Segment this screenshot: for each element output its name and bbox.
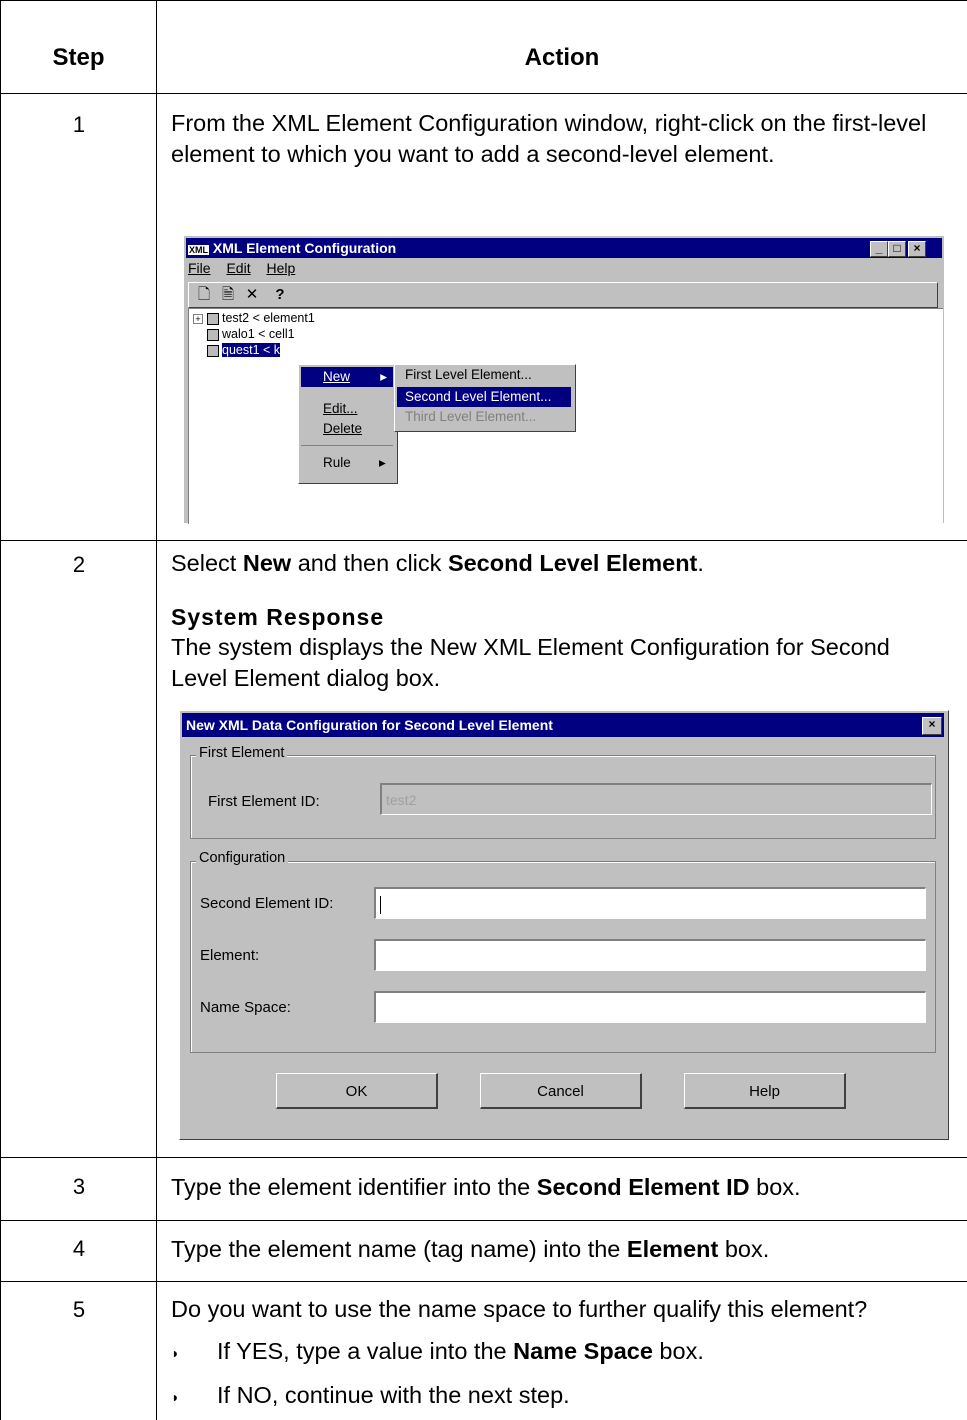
step-3-text: Type the element identifier into the Sec… [171, 1174, 801, 1200]
minimize-button[interactable]: _ [870, 241, 888, 257]
close-button[interactable]: × [908, 241, 926, 257]
help-icon[interactable]: ? [269, 285, 291, 305]
element-node-icon [207, 344, 219, 357]
step-number: 3 [72, 1174, 86, 1199]
second-element-id-input[interactable] [374, 887, 926, 919]
tree-item[interactable]: test2 < element1 [207, 311, 315, 325]
menu-item-delete[interactable]: Delete [323, 421, 362, 436]
step-2-text: Select New and then click Second Level E… [171, 550, 704, 576]
element-node-icon [207, 312, 219, 325]
bullet-item: ◗ If NO, continue with the next step. [171, 1382, 570, 1408]
menu-item-rule[interactable]: Rule ▸ [323, 455, 386, 470]
header-step: Step [52, 44, 105, 71]
context-menu: New ▸ Edit... Delete Rule ▸ [298, 364, 398, 484]
table-header-divider [0, 93, 967, 94]
system-response-heading: System Response [171, 604, 385, 630]
table-border-top [0, 0, 967, 1]
bullet-marker-icon: ◗ [171, 1388, 180, 1405]
new-xml-data-dialog: New XML Data Configuration for Second Le… [179, 710, 949, 1140]
submenu-arrow-icon: ▸ [380, 369, 387, 384]
second-element-id-label: Second Element ID: [200, 895, 334, 912]
dialog-title: New XML Data Configuration for Second Le… [186, 717, 553, 733]
tree-item[interactable]: walo1 < cell1 [207, 327, 295, 341]
bullet-item: ◗ If YES, type a value into the Name Spac… [171, 1338, 704, 1364]
row-divider [0, 1157, 967, 1158]
menu-file[interactable]: File [188, 260, 211, 276]
header-action: Action [524, 44, 600, 71]
xml-element-configuration-window: XML XML Element Configuration _ □ × File… [184, 236, 944, 524]
column-divider [156, 0, 157, 1420]
element-node-icon [207, 328, 219, 341]
step-5-text: Do you want to use the name space to fur… [171, 1296, 868, 1322]
submenu-new: First Level Element... Second Level Elem… [394, 364, 576, 432]
first-element-id-label: First Element ID: [208, 793, 320, 810]
name-space-input[interactable] [374, 991, 926, 1023]
xml-app-icon: XML [188, 245, 209, 255]
dialog-close-button[interactable]: × [922, 717, 942, 735]
step-number: 1 [72, 112, 86, 137]
row-divider [0, 540, 967, 541]
bullet-marker-icon: ◗ [171, 1344, 180, 1361]
text-cursor [380, 896, 381, 915]
menu-edit[interactable]: Edit [226, 260, 250, 276]
maximize-button[interactable]: □ [888, 241, 906, 257]
menu-separator [301, 445, 393, 446]
step-number: 4 [72, 1236, 86, 1261]
tree-item-selected[interactable]: quest1 < k [207, 343, 281, 357]
menu-bar: File Edit Help [188, 260, 307, 276]
menu-item-third-level: Third Level Element... [405, 409, 537, 424]
first-element-id-field: test2 [380, 783, 932, 815]
ok-button[interactable]: OK [276, 1073, 438, 1109]
properties-icon[interactable]: 🗎 [217, 285, 239, 305]
menu-item-first-level[interactable]: First Level Element... [405, 367, 532, 382]
cancel-button[interactable]: Cancel [480, 1073, 642, 1109]
dialog-title-bar: New XML Data Configuration for Second Le… [182, 713, 944, 737]
menu-help[interactable]: Help [266, 260, 295, 276]
table-border-left [0, 0, 1, 1420]
element-input[interactable] [374, 939, 926, 971]
window-title-bar: XML XML Element Configuration [186, 238, 942, 258]
submenu-arrow-icon: ▸ [379, 455, 386, 470]
step-1-text: From the XML Element Configuration windo… [171, 110, 927, 167]
step-number: 5 [72, 1297, 86, 1322]
step-number: 2 [72, 552, 86, 577]
toolbar: 🗋 🗎 ✕ ? [188, 282, 938, 308]
system-response-text: The system displays the New XML Element … [171, 634, 890, 691]
window-title: XML Element Configuration [212, 240, 397, 256]
new-icon[interactable]: 🗋 [193, 285, 215, 305]
row-divider [0, 1220, 967, 1221]
configuration-group-label: Configuration [196, 850, 289, 866]
step-4-text: Type the element name (tag name) into th… [171, 1236, 770, 1262]
delete-icon[interactable]: ✕ [241, 285, 263, 305]
first-element-group-label: First Element [196, 745, 288, 761]
expand-icon[interactable]: + [193, 314, 203, 324]
row-divider [0, 1281, 967, 1282]
help-button[interactable]: Help [684, 1073, 846, 1109]
menu-item-edit[interactable]: Edit... [323, 401, 358, 416]
name-space-label: Name Space: [200, 999, 291, 1016]
menu-item-new[interactable]: New ▸ [301, 367, 393, 387]
element-label: Element: [200, 947, 260, 964]
menu-item-second-level[interactable]: Second Level Element... [397, 387, 571, 407]
